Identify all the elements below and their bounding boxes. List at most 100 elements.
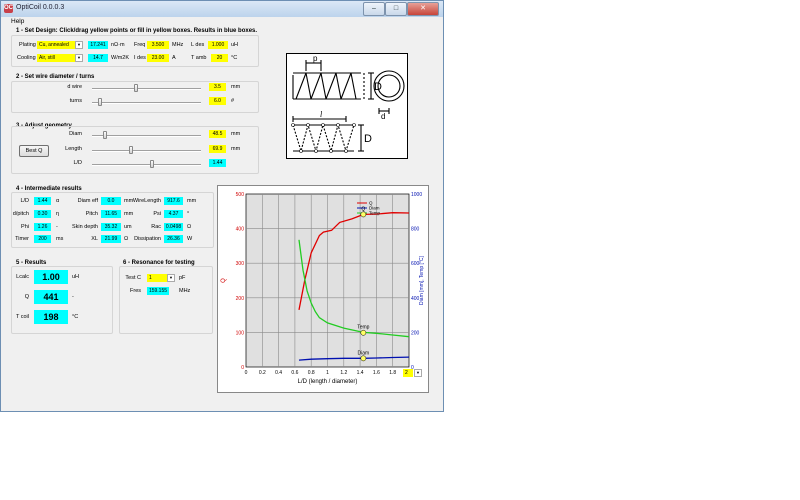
x-tick-label: 0 <box>245 370 248 376</box>
dpitch-unit: η <box>56 211 60 217</box>
testc-dropdown-icon[interactable]: ▼ <box>167 274 175 282</box>
turns-slider-thumb[interactable] <box>98 98 103 106</box>
ides-label: I des <box>134 55 146 61</box>
diam-slider-thumb[interactable] <box>102 131 107 139</box>
ld-int-unit: α <box>56 198 60 204</box>
window-title: OptiCoil 0.0.0.3 <box>16 4 65 11</box>
cooling-coefficient: 14.7 <box>88 54 108 62</box>
testc-label: Test C <box>125 275 141 281</box>
dwire-slider-track[interactable] <box>92 88 201 90</box>
plating-select[interactable]: Cu, annealed <box>37 41 75 49</box>
minimize-button[interactable]: – <box>363 2 385 16</box>
diagram-D-label-bottom: D <box>364 133 372 145</box>
psi-label: Psi <box>153 211 161 217</box>
freq-unit: MHz <box>172 42 184 48</box>
best-q-button[interactable]: Best Q <box>19 145 49 157</box>
diss-unit: W <box>187 236 193 242</box>
length-slider-track[interactable] <box>92 150 201 152</box>
wirelen-unit: mm <box>187 198 197 204</box>
diam-unit: mm <box>231 131 241 137</box>
turns-unit: # <box>231 98 235 104</box>
xrange-select[interactable]: 2 <box>403 369 413 377</box>
lcalc-unit: uH <box>72 274 80 280</box>
freq-label: Freq <box>134 42 146 48</box>
design-group-title: 1 - Set Design: Click/drag yellow points… <box>16 28 258 34</box>
ides-unit: A <box>172 55 176 61</box>
length-slider-thumb[interactable] <box>128 146 133 154</box>
turns-label: turns <box>69 98 82 104</box>
phi-unit: - <box>56 224 58 230</box>
diss-value: 26.36 <box>164 235 183 243</box>
testc-select[interactable]: 1 <box>147 274 167 282</box>
pitch-value: 11.65 <box>101 210 121 218</box>
length-input[interactable]: 69.9 <box>209 145 226 153</box>
fres-value: 159.155 <box>147 287 169 295</box>
diam-slider-track[interactable] <box>92 135 201 137</box>
x-tick-label: 0.2 <box>259 370 266 376</box>
x-tick-label: 1.6 <box>373 370 380 376</box>
ld-slider-thumb[interactable] <box>149 160 154 168</box>
y-left-tick-label: 300 <box>236 261 245 267</box>
psi-value: 4.37 <box>164 210 183 218</box>
turns-input[interactable]: 6.0 <box>209 97 226 105</box>
dwire-input[interactable]: 3.5 <box>209 83 226 91</box>
length-label: Length <box>65 146 82 152</box>
y-left-tick-label: 0 <box>241 365 244 371</box>
marker-label-q: Q <box>361 206 365 212</box>
title-bar[interactable]: OC OptiCoil 0.0.0.3 – □ ✕ <box>1 1 443 18</box>
fres-unit: MHz <box>179 288 191 294</box>
timer-value: 200 <box>34 235 51 243</box>
wirelen-value: 917.6 <box>164 197 183 205</box>
timer-unit: ms <box>56 236 64 242</box>
rac-value: 0.0498 <box>164 223 183 231</box>
skin-label: Skin depth <box>72 224 98 230</box>
coil-diagram: p D d l D <box>286 53 408 159</box>
menu-help[interactable]: Help <box>11 18 24 25</box>
marker-label-temp: Temp <box>357 325 369 331</box>
freq-input[interactable]: 3.500 <box>147 41 169 49</box>
x-tick-label: 0.6 <box>291 370 298 376</box>
design-group <box>11 35 259 67</box>
lcalc-value: 1.00 <box>34 270 68 284</box>
ides-input[interactable]: 23.00 <box>147 54 169 62</box>
pitch-label: Pitch <box>85 211 98 217</box>
xl-value: 21.99 <box>101 235 121 243</box>
tcoil-label: T coil <box>15 314 29 320</box>
fres-label: Fres <box>130 288 141 294</box>
y-right-tick-label: 800 <box>411 227 420 233</box>
cooling-label: Cooling <box>17 55 36 61</box>
tamb-input[interactable]: 20 <box>211 54 228 62</box>
cooling-select[interactable]: Air, still <box>37 54 75 62</box>
cooling-unit: W/m2K <box>111 55 130 61</box>
y-left-tick-label: 500 <box>236 192 245 198</box>
diam-input[interactable]: 48.5 <box>209 130 226 138</box>
plating-res-unit: nΩ·m <box>111 42 125 48</box>
diagram-D-label-top: D <box>374 81 382 93</box>
ld-slider-track[interactable] <box>92 164 201 166</box>
x-tick-label: 0.4 <box>275 370 282 376</box>
skin-value: 35.32 <box>101 223 121 231</box>
rac-label: Rac <box>151 224 161 230</box>
xrange-dropdown-icon[interactable]: ▼ <box>414 369 422 377</box>
ldes-unit: uH <box>231 42 239 48</box>
chart-svg: 0 0.2 0.4 0.6 0.8 1 1.2 1.4 1.6 1.8 2 0 100 200 300 400… <box>221 192 425 385</box>
ldes-input[interactable]: 1.000 <box>208 41 228 49</box>
app-icon: OC <box>4 4 13 13</box>
x-tick-label: 1.8 <box>389 370 396 376</box>
plating-resistivity: 17.241 <box>88 41 108 49</box>
dwire-slider-thumb[interactable] <box>134 84 138 92</box>
tcoil-unit: °C <box>72 314 79 320</box>
tamb-unit: °C <box>231 55 238 61</box>
plating-dropdown-icon[interactable]: ▼ <box>75 41 83 49</box>
turns-slider-track[interactable] <box>92 102 201 104</box>
y-left-tick-label: 100 <box>236 330 245 336</box>
phi-value: 1.26 <box>34 223 51 231</box>
close-button[interactable]: ✕ <box>407 2 439 16</box>
x-axis-label: L/D (length / diameter) <box>298 379 358 385</box>
diagram-p-label: p <box>313 54 318 63</box>
ld-int-value: 1.44 <box>34 197 51 205</box>
y-right-tick-label: 200 <box>411 330 420 336</box>
maximize-button[interactable]: □ <box>385 2 407 16</box>
cooling-dropdown-icon[interactable]: ▼ <box>75 54 83 62</box>
ld-value: 1.44 <box>209 159 226 167</box>
